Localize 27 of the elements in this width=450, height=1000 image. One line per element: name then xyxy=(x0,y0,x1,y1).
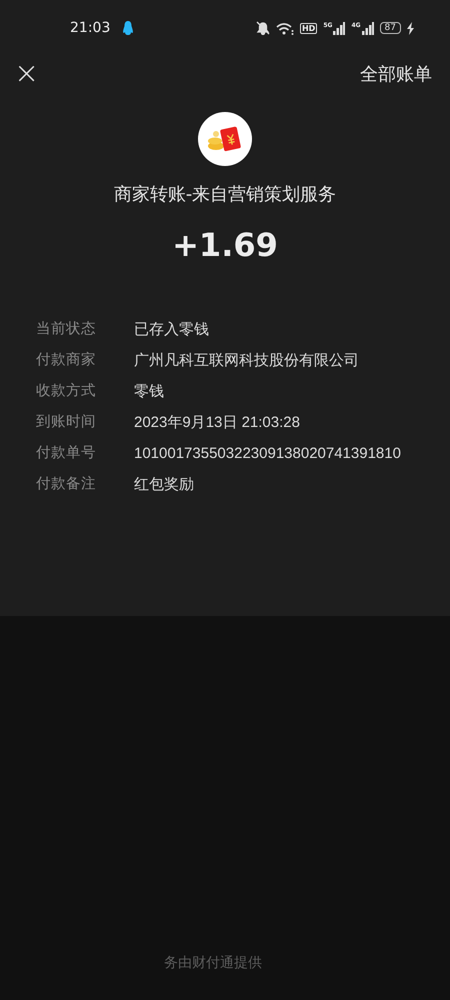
service-provider-note: 务由财付通提供 xyxy=(164,954,262,972)
detail-label: 到账时间 xyxy=(36,413,97,432)
penguin-icon xyxy=(122,20,134,36)
detail-value: 已存入零钱 xyxy=(134,320,210,340)
detail-label: 付款商家 xyxy=(36,350,97,370)
mute-bell-icon xyxy=(256,21,270,35)
signal-icon xyxy=(333,22,346,34)
detail-value: 广州凡科互联网科技股份有限公司 xyxy=(134,351,360,371)
amount: +1.69 xyxy=(172,226,278,264)
detail-label: 当前状态 xyxy=(36,320,97,339)
detail-value: 红包奖励 xyxy=(134,475,195,495)
detail-value: 10100173550322309138020741391810 xyxy=(134,444,402,464)
envelope-coins-icon xyxy=(207,126,243,152)
signal-icon xyxy=(362,22,374,34)
transaction-title: 商家转账-来自营销策划服务 xyxy=(114,183,336,206)
hd-indicator: HD xyxy=(300,22,318,34)
wifi-icon xyxy=(276,22,294,34)
detail-value: 2023年9月13日 21:03:28 xyxy=(134,413,301,433)
detail-value: 零钱 xyxy=(134,382,165,402)
charging-icon xyxy=(407,22,414,34)
all-bills-link[interactable]: 全部账单 xyxy=(360,62,432,86)
battery-level: 87 xyxy=(380,22,401,34)
close-button[interactable]: × xyxy=(12,59,42,89)
detail-label: 付款备注 xyxy=(36,475,97,494)
clock-time: 21:03 xyxy=(70,20,110,36)
detail-label: 付款单号 xyxy=(36,444,97,463)
detail-label: 收款方式 xyxy=(36,382,97,401)
